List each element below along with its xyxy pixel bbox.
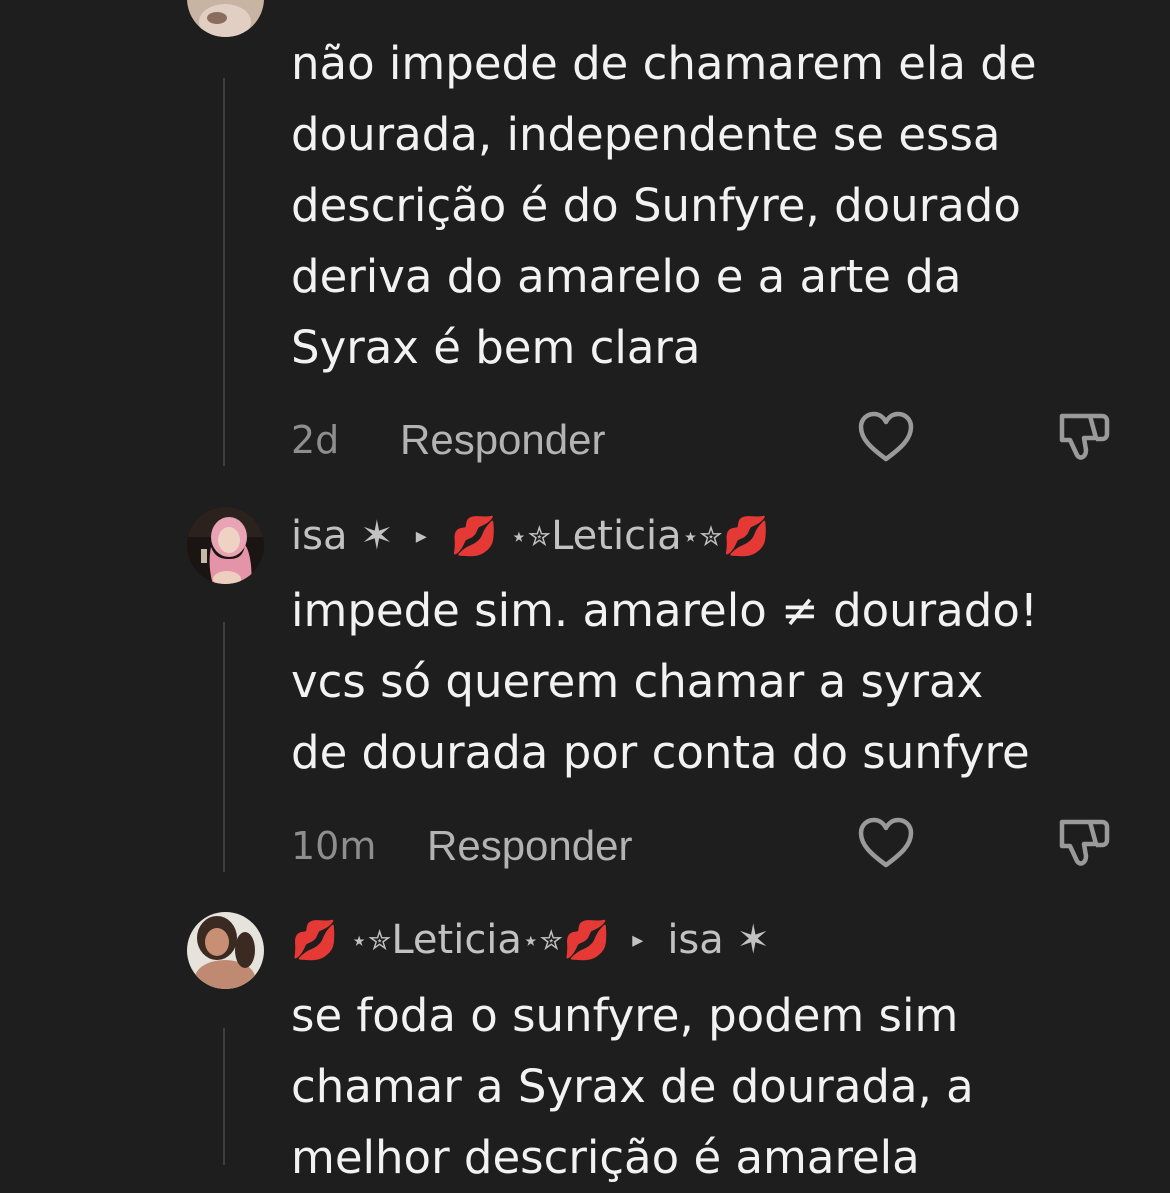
reply-to-name[interactable]: isa ✶ — [667, 917, 770, 963]
comment-time: 2d — [291, 418, 340, 462]
avatar-previous-commenter[interactable] — [187, 0, 264, 37]
comment-header: isa ✶ ▸ 💋 ⋆✮ Leticia ⋆✮ 💋 — [291, 511, 770, 561]
thumbs-down-icon[interactable] — [1054, 814, 1112, 872]
reply-arrow-icon: ▸ — [415, 523, 427, 549]
avatar-isa[interactable] — [187, 507, 264, 584]
comment-text-line: não impede de chamarem ela de — [291, 37, 1037, 90]
comment-time: 10m — [291, 824, 377, 868]
kiss-emoji: 💋 — [450, 513, 499, 558]
comment-text: se foda o sunfyre, podem sim chamar a Sy… — [291, 980, 1161, 1193]
thumbs-down-icon[interactable] — [1054, 408, 1112, 466]
comment-text-line: descrição é do Sunfyre, dourado — [291, 179, 1021, 232]
comment-text-line: vcs só querem chamar a syrax — [291, 655, 984, 708]
kiss-emoji: 💋 — [291, 917, 339, 962]
comment-text-line: Syrax é bem clara — [291, 321, 701, 374]
comment-text-line: deriva do amarelo e a arte da — [291, 250, 962, 303]
avatar-leticia[interactable] — [187, 912, 264, 989]
thread-line — [223, 78, 225, 466]
reply-button[interactable]: Responder — [400, 416, 605, 464]
reply-button[interactable]: Responder — [427, 822, 632, 870]
star-deco: ⋆✮ — [350, 923, 392, 957]
reply-arrow-icon: ▸ — [632, 927, 644, 953]
comment-header: 💋 ⋆✮ Leticia ⋆✮ 💋 ▸ isa ✶ — [291, 915, 770, 965]
kiss-emoji: 💋 — [722, 513, 771, 558]
comment-actions: 10m Responder — [291, 816, 1170, 876]
comment-text: não impede de chamarem ela de dourada, i… — [291, 28, 1161, 383]
heart-icon[interactable] — [857, 410, 915, 464]
comment-text-line: impede sim. amarelo ≠ dourado! — [291, 584, 1038, 637]
comment-text: impede sim. amarelo ≠ dourado! vcs só qu… — [291, 575, 1161, 788]
heart-icon[interactable] — [857, 816, 915, 870]
comment-actions: 2d Responder — [291, 410, 1170, 470]
reply-to-name[interactable]: Leticia — [551, 513, 682, 559]
star-deco: ⋆✮ — [681, 519, 723, 553]
star-deco: ⋆✮ — [510, 519, 552, 553]
comment-text-line: se foda o sunfyre, podem sim — [291, 989, 959, 1042]
kiss-emoji: 💋 — [562, 917, 611, 962]
comment-text-line: melhor descrição é amarela — [291, 1131, 920, 1184]
author-name[interactable]: isa ✶ — [291, 513, 394, 559]
star-deco: ⋆✮ — [521, 923, 563, 957]
comment-text-line: chamar a Syrax de dourada, a — [291, 1060, 974, 1113]
comment-text-line: de dourada por conta do sunfyre — [291, 726, 1030, 779]
comment-text-line: dourada, independente se essa — [291, 108, 1001, 161]
thread-line — [223, 622, 225, 872]
thread-line — [223, 1028, 225, 1165]
author-name[interactable]: Leticia — [391, 917, 522, 963]
